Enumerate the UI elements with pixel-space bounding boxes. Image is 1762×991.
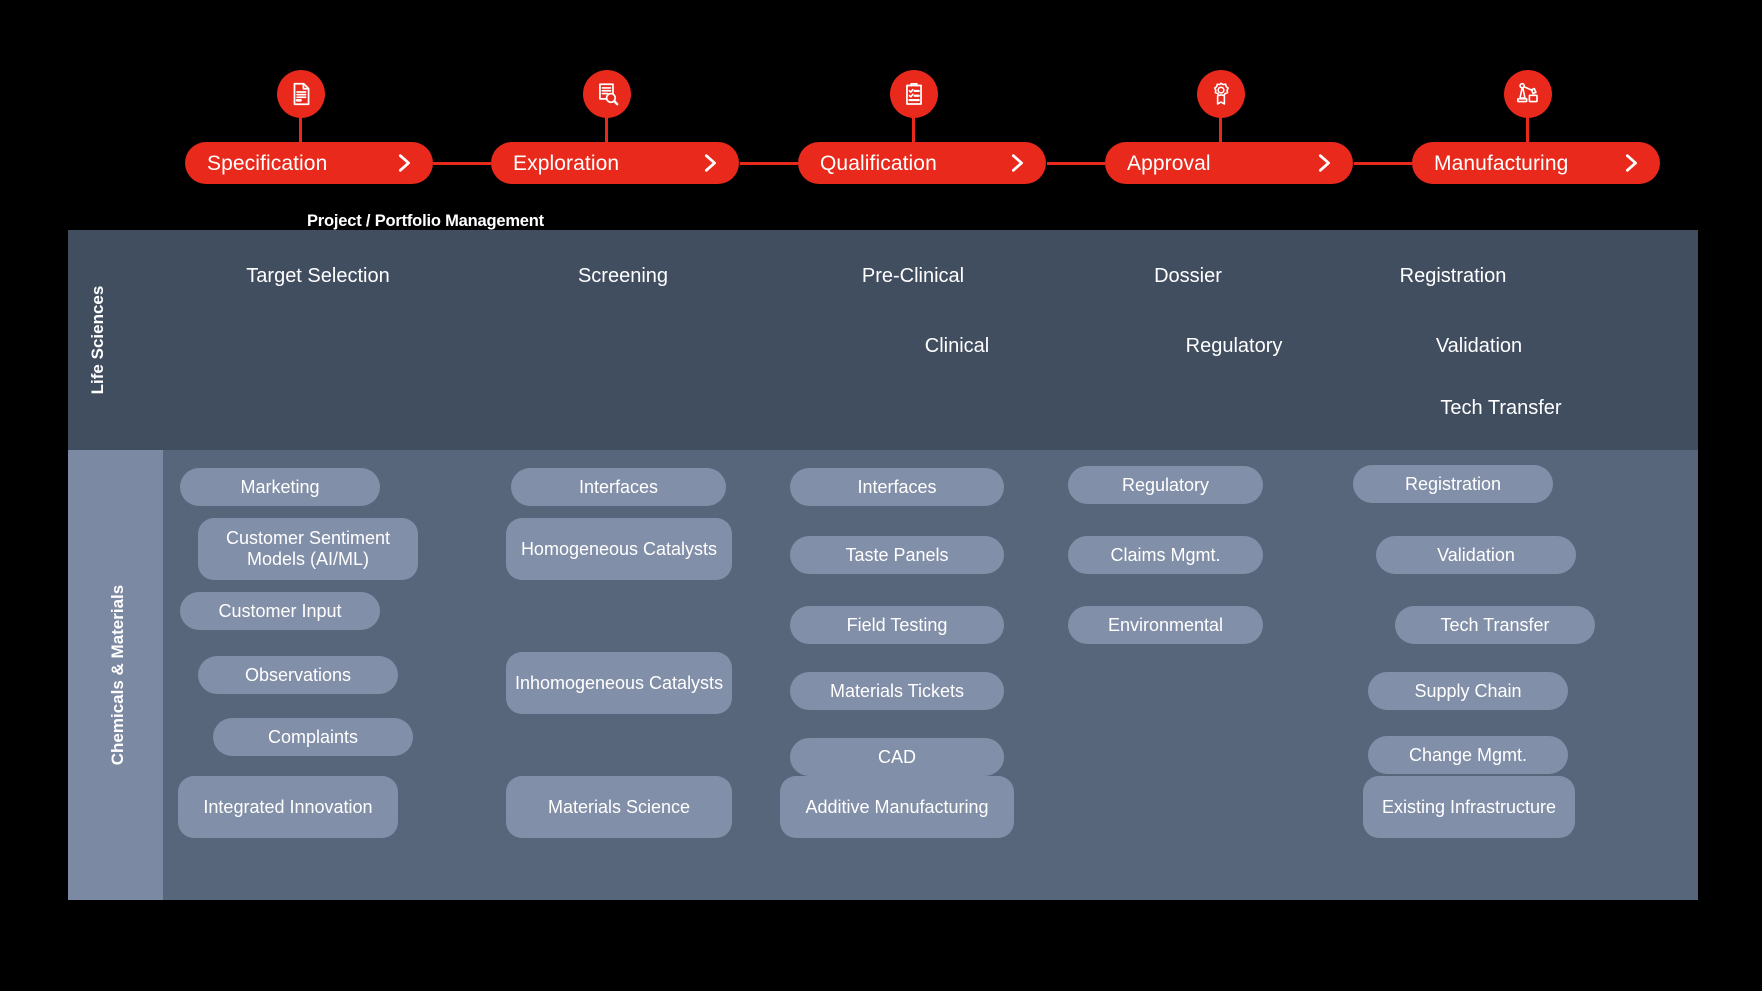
capability-pill[interactable]: Inhomogeneous Catalysts [506,652,732,714]
capability-pill[interactable]: Customer Input [180,592,380,630]
icon-stem [299,116,302,146]
stage-pill[interactable]: Manufacturing [1412,142,1660,184]
capability-pill[interactable]: Observations [198,656,398,694]
capability-pill[interactable]: Environmental [1068,606,1263,644]
process-stage-manufacturing[interactable]: Manufacturing [1412,70,1660,184]
stage-label: Exploration [513,151,620,175]
stage-label: Approval [1127,151,1211,175]
capability-pill[interactable]: Interfaces [511,468,726,506]
capability-pill[interactable]: Supply Chain [1368,672,1568,710]
process-stage-specification[interactable]: Specification [185,70,433,184]
chevron-right-icon [1625,154,1637,172]
icon-stem [1526,116,1529,146]
capability-pill[interactable]: CAD [790,738,1004,776]
capability-pill[interactable]: Taste Panels [790,536,1004,574]
stage-pill[interactable]: Exploration [491,142,739,184]
capability-pill[interactable]: Field Testing [790,606,1004,644]
icon-stem [912,116,915,146]
stage-connector [1047,162,1105,165]
project-portfolio-management-label: Project / Portfolio Management [307,212,544,230]
life-sciences-item: Target Selection [246,265,390,287]
life-sciences-vertical-label: Life Sciences [88,285,107,395]
capability-pill[interactable]: Additive Manufacturing [780,776,1014,838]
life-sciences-item: Dossier [1154,265,1222,287]
clipboard-check-icon[interactable] [890,70,938,118]
capability-pill[interactable]: Change Mgmt. [1368,736,1568,774]
capability-matrix-panel: Life Sciences Target Selection Screening… [68,230,1698,900]
life-sciences-item: Pre-Clinical [861,265,965,287]
process-stage-qualification[interactable]: Qualification [798,70,1046,184]
capability-pill[interactable]: Existing Infrastructure [1363,776,1575,838]
icon-stem [1219,116,1222,146]
life-sciences-item: Tech Transfer [1440,397,1562,419]
process-stage-bar: Specification Exploration Qualification … [185,70,1690,184]
stage-pill[interactable]: Specification [185,142,433,184]
life-sciences-band: Life Sciences Target Selection Screening… [68,230,1698,450]
capability-pill[interactable]: Claims Mgmt. [1068,536,1263,574]
icon-stem [605,116,608,146]
life-sciences-column-exploration: Screening [473,230,773,450]
capability-pill[interactable]: Homogeneous Catalysts [506,518,732,580]
chevron-right-icon [704,154,716,172]
life-sciences-item: Registration [1399,265,1507,287]
life-sciences-column-qualification: Pre-Clinical Clinical [773,230,1053,450]
process-stage-exploration[interactable]: Exploration [491,70,739,184]
chevron-right-icon [1318,154,1330,172]
capability-pill[interactable]: Tech Transfer [1395,606,1595,644]
life-sciences-column-approval: Dossier Regulatory [1053,230,1323,450]
stage-pill[interactable]: Approval [1105,142,1353,184]
document-search-icon[interactable] [583,70,631,118]
stage-label: Manufacturing [1434,151,1569,175]
robot-arm-icon[interactable] [1504,70,1552,118]
life-sciences-column-specification: Target Selection [163,230,473,450]
capability-pill[interactable]: Customer Sentiment Models (AI/ML) [198,518,418,580]
document-icon[interactable] [277,70,325,118]
stage-label: Qualification [820,151,937,175]
chemicals-materials-vertical-label: Chemicals & Materials [108,584,127,766]
capability-pill[interactable]: Materials Science [506,776,732,838]
stage-pill[interactable]: Qualification [798,142,1046,184]
life-sciences-column-manufacturing: Registration Validation Tech Transfer [1323,230,1583,450]
chevron-right-icon [398,154,410,172]
capability-pill[interactable]: Marketing [180,468,380,506]
capability-pill[interactable]: Regulatory [1068,466,1263,504]
diagram-canvas: Specification Exploration Qualification … [0,0,1762,991]
stage-connector [740,162,798,165]
capability-pill[interactable]: Materials Tickets [790,672,1004,710]
capability-pill[interactable]: Integrated Innovation [178,776,398,838]
life-sciences-item: Validation [1435,335,1523,357]
life-sciences-item: Screening [577,265,669,287]
stage-label: Specification [207,151,328,175]
award-seal-icon[interactable] [1197,70,1245,118]
chevron-right-icon [1011,154,1023,172]
capability-pill[interactable]: Complaints [213,718,413,756]
capability-pill[interactable]: Interfaces [790,468,1004,506]
stage-connector [1354,162,1412,165]
process-stage-approval[interactable]: Approval [1105,70,1353,184]
capability-pill[interactable]: Validation [1376,536,1576,574]
capability-pill[interactable]: Registration [1353,465,1553,503]
stage-connector [433,162,491,165]
